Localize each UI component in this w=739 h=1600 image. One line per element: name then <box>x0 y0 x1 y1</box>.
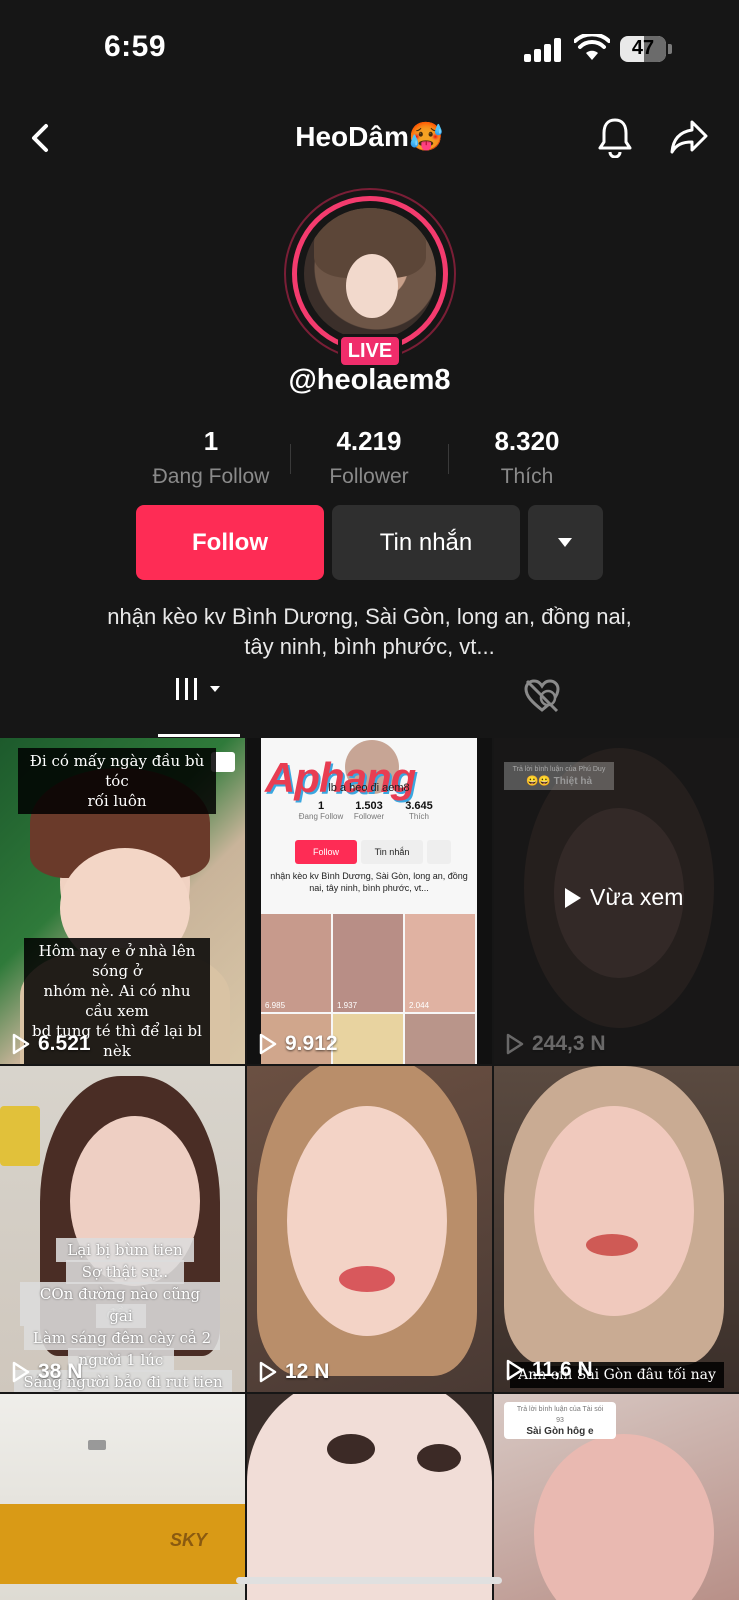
profile-screenshot-thumbnail: Aphang lb a heo đi aem8 1 Đang Follow 1.5… <box>261 738 477 1064</box>
video-thumbnail[interactable]: Aphang lb a heo đi aem8 1 Đang Follow 1.5… <box>247 738 492 1064</box>
status-time: 6:59 <box>104 30 167 63</box>
video-thumbnail[interactable]: SKY <box>0 1394 245 1600</box>
play-icon <box>506 1359 524 1381</box>
reply-small: Trả lời bình luận của Tài sói 93 <box>516 1406 604 1424</box>
caption-line: Làm sáng đêm cày cả 2 <box>24 1326 220 1350</box>
username: @heolaem8 <box>288 364 451 396</box>
profile-header: HeoDâm🥵 <box>0 100 739 180</box>
video-caption: Đi có mấy ngày đầu bù tóc rối luôn <box>18 748 216 814</box>
caret-down-icon <box>558 538 572 547</box>
caption-line: Hôm nay e ở nhà lên sóng ở <box>38 942 196 980</box>
video-thumbnail[interactable]: 12 N <box>247 1066 492 1392</box>
tab-liked-hidden-icon[interactable] <box>522 676 562 716</box>
more-options-button[interactable] <box>528 505 603 580</box>
video-thumbnail[interactable] <box>247 1394 492 1600</box>
reply-text: Sài Gòn hôg e <box>526 1426 594 1437</box>
play-icon <box>12 1033 30 1055</box>
profile-bio[interactable]: nhận kèo kv Bình Dương, Sài Gòn, long an… <box>40 602 699 662</box>
stat-value: 8.320 <box>494 426 560 456</box>
battery-percent: 47 <box>631 37 655 59</box>
active-tab-indicator <box>158 734 240 737</box>
profile-tabs <box>0 672 739 738</box>
stat-value: 1 <box>203 426 219 456</box>
video-thumbnail[interactable]: Anh em Sài Gòn đâu tối nay 11,6 N <box>494 1066 739 1392</box>
caption-line: Lại bị bùm tien <box>56 1238 194 1262</box>
home-indicator[interactable] <box>236 1577 502 1584</box>
battery-icon: 47 <box>620 36 672 62</box>
view-count: 11,6 N <box>506 1358 593 1382</box>
view-count: 38 N <box>12 1360 82 1384</box>
share-icon[interactable] <box>668 118 710 156</box>
play-icon <box>259 1361 277 1383</box>
status-bar: 6:59 47 <box>0 0 739 100</box>
reply-small: Trả lời bình luận của Phú Duy <box>512 766 606 773</box>
stat-following[interactable]: 1 Đang Follow <box>131 426 291 489</box>
bio-line: tây ninh, bình phước, vt... <box>244 634 495 659</box>
bell-icon[interactable] <box>596 116 634 158</box>
mini-message-button: Tin nhắn <box>361 840 423 864</box>
reply-bubble: Trả lời bình luận của Tài sói 93 Sài Gòn… <box>504 1402 616 1439</box>
watermark-logo: Aphang <box>265 754 416 801</box>
follow-button[interactable]: Follow <box>136 505 324 580</box>
play-icon <box>259 1033 277 1055</box>
play-icon <box>12 1361 30 1383</box>
profile-stats: 1 Đang Follow 4.219 Follower 8.320 Thích <box>0 426 739 496</box>
play-icon <box>506 1033 524 1055</box>
recently-viewed-label: Vừa xem <box>564 884 683 911</box>
mini-username: lb a heo đi aem8 <box>328 782 410 794</box>
caption-line: gai <box>96 1304 146 1328</box>
play-icon <box>565 887 581 908</box>
video-thumbnail[interactable]: Đi có mấy ngày đầu bù tóc rối luôn Hôm n… <box>0 738 245 1064</box>
mini-bio: nhận kèo kv Bình Dương, Sài Gòn, long an… <box>270 871 468 893</box>
profile-actions: Follow Tin nhắn <box>0 505 739 581</box>
view-count: 9.912 <box>259 1032 338 1056</box>
message-button[interactable]: Tin nhắn <box>332 505 520 580</box>
stat-value: 4.219 <box>336 426 402 456</box>
bed-brand-text: SKY <box>170 1530 208 1550</box>
caption-line: Sợ thật sự.. <box>66 1260 184 1284</box>
bio-line: nhận kèo kv Bình Dương, Sài Gòn, long an… <box>107 604 632 629</box>
view-count: 244,3 N <box>506 1032 606 1056</box>
stat-likes[interactable]: 8.320 Thích <box>447 426 607 489</box>
view-count: 6.521 <box>12 1032 91 1056</box>
caption-line: nhóm nè. Ai có nhu cầu xem <box>43 982 191 1020</box>
mini-more-button <box>427 840 451 864</box>
stat-label: Đang Follow <box>152 465 270 488</box>
view-count: 12 N <box>259 1360 329 1384</box>
stat-label: Follower <box>329 465 409 488</box>
live-badge[interactable]: LIVE <box>338 334 402 368</box>
caption-line: Đi có mấy ngày đầu bù tóc <box>29 752 205 790</box>
stat-label: Thích <box>500 465 554 488</box>
caption-line: rối luôn <box>87 792 147 810</box>
mini-follow-button: Follow <box>295 840 357 864</box>
reply-bubble: Trả lời bình luận của Phú Duy 😀😀 Thiệt h… <box>504 762 614 790</box>
wifi-icon <box>574 34 610 60</box>
reply-text: 😀😀 Thiệt hả <box>525 776 592 787</box>
stat-followers[interactable]: 4.219 Follower <box>289 426 449 489</box>
cellular-signal-icon <box>524 38 564 62</box>
video-thumbnail[interactable]: Trả lời bình luận của Tài sói 93 Sài Gòn… <box>494 1394 739 1600</box>
video-thumbnail[interactable]: Lại bị bùm tien Sợ thật sự.. COn đường n… <box>0 1066 245 1392</box>
video-thumbnail[interactable]: Trả lời bình luận của Phú Duy 😀😀 Thiệt h… <box>494 738 739 1064</box>
tab-videos-grid-icon[interactable] <box>158 672 240 734</box>
caption-line: người 1 lúc <box>68 1348 174 1372</box>
